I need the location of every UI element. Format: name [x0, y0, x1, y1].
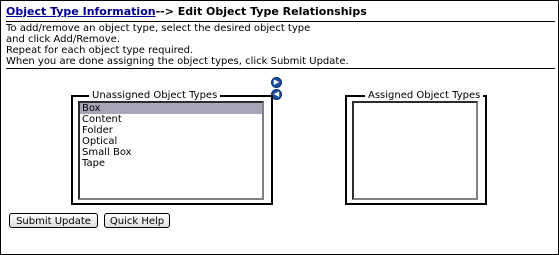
list-item[interactable]: Content — [80, 114, 262, 125]
submit-update-button[interactable]: Submit Update — [9, 213, 98, 228]
assigned-listbox[interactable] — [352, 101, 478, 200]
page-frame: Object Type Information--> Edit Object T… — [0, 0, 559, 255]
assigned-group: Assigned Object Types — [345, 90, 487, 205]
breadcrumb-separator: --> — [155, 5, 174, 18]
object-type-information-link[interactable]: Object Type Information — [6, 5, 156, 18]
instruction-line: Repeat for each object type required. — [6, 45, 194, 56]
quick-help-button[interactable]: Quick Help — [104, 213, 170, 228]
arrow-left-icon: ◀ — [273, 90, 280, 98]
list-item[interactable]: Optical — [80, 136, 262, 147]
unassigned-listbox[interactable]: Box Content Folder Optical Small Box Tap… — [78, 101, 264, 200]
list-item[interactable]: Small Box — [80, 147, 262, 158]
instructions: To add/remove an object type, select the… — [6, 23, 546, 67]
page-title: Edit Object Type Relationships — [177, 5, 367, 18]
instruction-line: and click Add/Remove. — [6, 34, 121, 45]
add-button[interactable]: ▶ — [271, 77, 282, 88]
breadcrumb: Object Type Information--> Edit Object T… — [6, 5, 367, 18]
instruction-line: To add/remove an object type, select the… — [6, 23, 311, 34]
list-item[interactable]: Box — [80, 103, 262, 114]
arrow-right-icon: ▶ — [273, 78, 280, 86]
unassigned-group: Unassigned Object Types Box Content Fold… — [71, 90, 273, 205]
list-item[interactable]: Tape — [80, 158, 262, 169]
instruction-line: When you are done assigning the object t… — [6, 56, 349, 67]
list-item[interactable]: Folder — [80, 125, 262, 136]
header-divider — [6, 21, 555, 22]
instructions-divider — [6, 68, 555, 69]
